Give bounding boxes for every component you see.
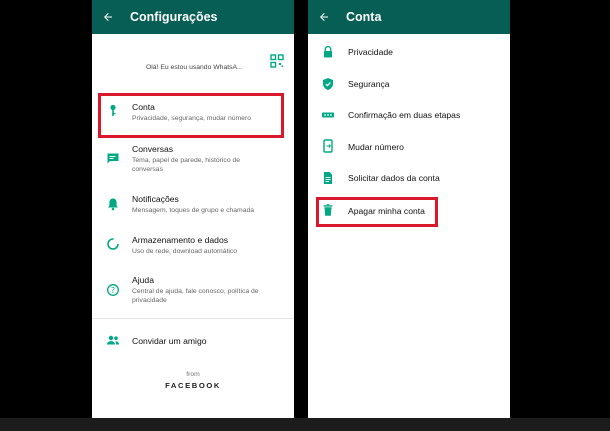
- settings-item-title: Armazenamento e dados: [132, 235, 229, 245]
- shield-icon: [321, 77, 335, 91]
- settings-item-subtitle: Uso de rede, download automático: [132, 248, 238, 255]
- settings-item-title: Conversas: [132, 144, 174, 154]
- account-item-title: Solicitar dados da conta: [348, 173, 440, 183]
- bell-icon: [106, 197, 120, 211]
- divider: [92, 318, 294, 319]
- phone-change-icon: [321, 139, 335, 153]
- page-title: Configurações: [130, 10, 218, 24]
- account-item-title: Mudar número: [348, 142, 404, 152]
- lock-icon: [321, 45, 335, 59]
- highlight-conta-box: [98, 93, 284, 138]
- back-arrow-icon[interactable]: [92, 0, 124, 34]
- account-app-bar: Conta: [308, 0, 510, 34]
- bottom-bar: [0, 418, 610, 431]
- settings-item-title: Notificações: [132, 194, 179, 204]
- settings-screen: Configurações Olá! Eu estou usando Whats…: [92, 0, 294, 418]
- settings-item-title: Convidar um amigo: [132, 336, 207, 346]
- from-label: from: [186, 371, 200, 378]
- help-icon: ?: [106, 283, 120, 297]
- settings-app-bar: Configurações: [92, 0, 294, 34]
- people-icon: [106, 333, 120, 347]
- account-item-title: Privacidade: [348, 47, 393, 57]
- account-item-title: Confirmação em duas etapas: [348, 110, 461, 120]
- highlight-apagar-box: [316, 197, 438, 227]
- back-arrow-icon[interactable]: [308, 0, 340, 34]
- profile-status[interactable]: Olá! Eu estou usando WhatsA...: [146, 64, 243, 71]
- dots-icon: [321, 108, 335, 122]
- settings-item-title: Ajuda: [132, 275, 154, 285]
- settings-item-subtitle: Central de ajuda, fale conosco, política…: [132, 288, 259, 305]
- data-usage-icon: [106, 237, 120, 251]
- facebook-brand: FACEBOOK: [165, 381, 221, 390]
- svg-text:?: ?: [111, 286, 115, 295]
- document-icon: [321, 171, 335, 185]
- qr-code-icon[interactable]: [270, 54, 284, 68]
- page-title: Conta: [346, 10, 382, 24]
- account-item-title: Segurança: [348, 79, 390, 89]
- settings-item-subtitle: Mensagem, toques de grupo e chamada: [132, 207, 255, 214]
- chat-icon: [106, 151, 120, 165]
- settings-item-subtitle: Tema, papel de parede, histórico de conv…: [132, 157, 241, 174]
